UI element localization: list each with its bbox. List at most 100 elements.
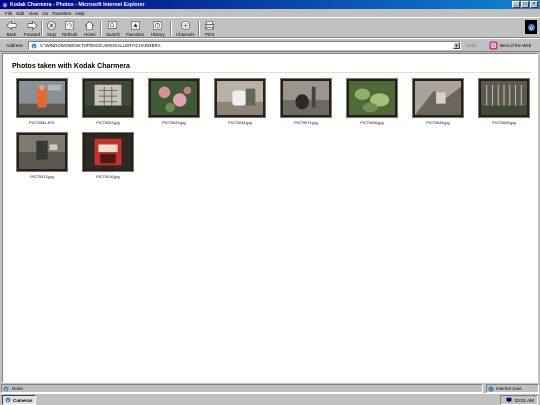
back-arrow-icon <box>6 20 17 31</box>
address-dropdown-button[interactable]: ▼ <box>453 42 460 49</box>
menu-favorites[interactable]: Favorites <box>52 11 71 16</box>
photo-thumbnail[interactable]: PICT0034.jpg <box>214 78 266 125</box>
links-button[interactable]: Links <box>466 43 476 48</box>
menu-help[interactable]: Help <box>75 11 84 16</box>
photo-filename: PICT0013.jpg <box>30 175 54 179</box>
globe-icon <box>488 385 494 392</box>
photo-filename: PICT0028.jpg <box>426 121 450 125</box>
channels-button[interactable]: Channels <box>176 20 195 37</box>
photo-thumbnail[interactable]: PICT0081.JPG <box>16 78 68 125</box>
photo-image <box>412 78 464 118</box>
refresh-label: Refresh <box>62 32 78 37</box>
svg-text:e: e <box>529 24 532 32</box>
photo-thumbnail[interactable]: PICT0013.jpg <box>16 132 68 179</box>
photo-filename: PICT0034.jpg <box>228 121 252 125</box>
forward-arrow-icon <box>27 20 38 31</box>
photo-image <box>82 78 134 118</box>
refresh-icon <box>65 21 74 30</box>
photo-thumbnail[interactable]: PICT0029.jpg <box>148 78 200 125</box>
photo-filename: PICT0029.jpg <box>162 121 186 125</box>
address-input[interactable]: e C:\WINDOWS\DESKTOP\DIGICAMS\GALLERY\CH… <box>28 41 461 50</box>
favorites-icon <box>130 21 140 30</box>
ie-logo-icon: e <box>527 23 535 32</box>
menu-view[interactable]: View <box>28 11 38 16</box>
menu-edit[interactable]: Edit <box>16 11 24 16</box>
photo-thumbnail[interactable]: PICT0006.jpg <box>346 78 398 125</box>
print-label: Print <box>204 32 215 37</box>
photo-filename: PICT0081.JPG <box>29 121 55 125</box>
photo-thumbnail[interactable]: PICT0009.jpg <box>478 78 530 125</box>
search-button[interactable]: Search <box>106 20 120 37</box>
window-title: Kodak Charmera - Photos - Microsoft Inte… <box>10 1 145 8</box>
svg-text:e: e <box>5 387 7 391</box>
close-button[interactable]: × <box>530 1 538 8</box>
photo-filename: PICT0009.jpg <box>492 121 516 125</box>
channels-label: Channels <box>176 32 195 37</box>
toolbar-separator <box>41 21 43 36</box>
svg-text:e: e <box>33 44 35 48</box>
printer-icon <box>205 21 214 30</box>
menu-bar: File Edit View Go Favorites Help <box>0 9 540 17</box>
stop-button[interactable]: Stop <box>46 20 57 37</box>
stop-icon <box>47 21 56 30</box>
photo-thumbnail[interactable]: PICT0016.jpg <box>82 132 134 179</box>
toolbar-separator <box>170 21 172 36</box>
status-text-pane: e Done <box>1 384 483 393</box>
print-button[interactable]: Print <box>204 20 215 37</box>
status-bar: e Done Internet zone <box>0 384 540 393</box>
menu-file[interactable]: File <box>5 11 12 16</box>
taskbar-button-cameras[interactable]: e Cameras <box>2 395 36 405</box>
svg-text:e: e <box>7 399 9 403</box>
search-label: Search <box>106 32 120 37</box>
taskbar: e Cameras 03:01 AM <box>0 393 540 405</box>
ie-icon: e <box>2 2 8 8</box>
toolbar-separator <box>198 21 200 36</box>
back-button[interactable]: Back <box>6 20 17 37</box>
refresh-button[interactable]: Refresh <box>62 20 77 37</box>
best-of-web-label: Best of the Web <box>500 43 532 48</box>
history-button[interactable]: History <box>151 20 165 37</box>
back-label: Back <box>6 32 17 37</box>
address-value: C:\WINDOWS\DESKTOP\DIGICAMS\GALLERY\CHAR… <box>40 43 161 48</box>
ie-throbber-logo: e <box>525 20 537 34</box>
best-of-web-icon <box>489 41 498 50</box>
favorites-button[interactable]: Favorites <box>126 20 144 37</box>
forward-label: Forward <box>24 32 41 37</box>
menu-go[interactable]: Go <box>42 11 48 16</box>
search-icon <box>108 21 118 29</box>
page-content: Photos taken with Kodak Charmera PICT008… <box>2 53 538 383</box>
home-button[interactable]: Home <box>84 20 96 37</box>
best-of-web-link[interactable]: Best of the Web <box>489 40 531 51</box>
page-icon: e <box>31 43 37 49</box>
photo-filename: PICT0016.jpg <box>96 175 120 179</box>
home-label: Home <box>84 32 96 37</box>
photo-filename: PICT0006.jpg <box>360 121 384 125</box>
photo-filename: PICT0074.jpg <box>294 121 318 125</box>
stop-label: Stop <box>46 32 57 37</box>
system-tray: 03:01 AM <box>500 395 538 405</box>
history-icon <box>153 21 163 30</box>
page-done-icon: e <box>3 386 9 392</box>
page-title: Photos taken with Kodak Charmera <box>12 63 130 70</box>
status-text: Done <box>12 386 23 391</box>
photo-image <box>478 78 530 118</box>
tray-monitor-icon[interactable] <box>506 397 512 403</box>
title-bar: e Kodak Charmera - Photos - Microsoft In… <box>0 0 540 9</box>
heading-divider <box>12 72 532 73</box>
photo-image <box>16 132 68 172</box>
ie-task-icon: e <box>5 397 11 403</box>
photo-thumbnail[interactable]: PICT0028.jpg <box>412 78 464 125</box>
photo-thumbnail[interactable]: PICT0023.jpg <box>82 78 134 125</box>
clock[interactable]: 03:01 AM <box>515 398 534 403</box>
photo-image <box>148 78 200 118</box>
favorites-label: Favorites <box>126 32 145 37</box>
toolbar-separator <box>100 21 102 36</box>
taskbar-button-label: Cameras <box>13 397 33 403</box>
security-zone-pane: Internet zone <box>486 384 539 393</box>
photo-image <box>214 78 266 118</box>
maximize-button[interactable]: □ <box>521 1 529 8</box>
photo-thumbnail[interactable]: PICT0074.jpg <box>280 78 332 125</box>
minimize-button[interactable]: _ <box>512 1 520 8</box>
forward-button[interactable]: Forward <box>24 20 40 37</box>
toolbar: Back Forward Stop Refresh Home Search Fa… <box>0 17 540 38</box>
